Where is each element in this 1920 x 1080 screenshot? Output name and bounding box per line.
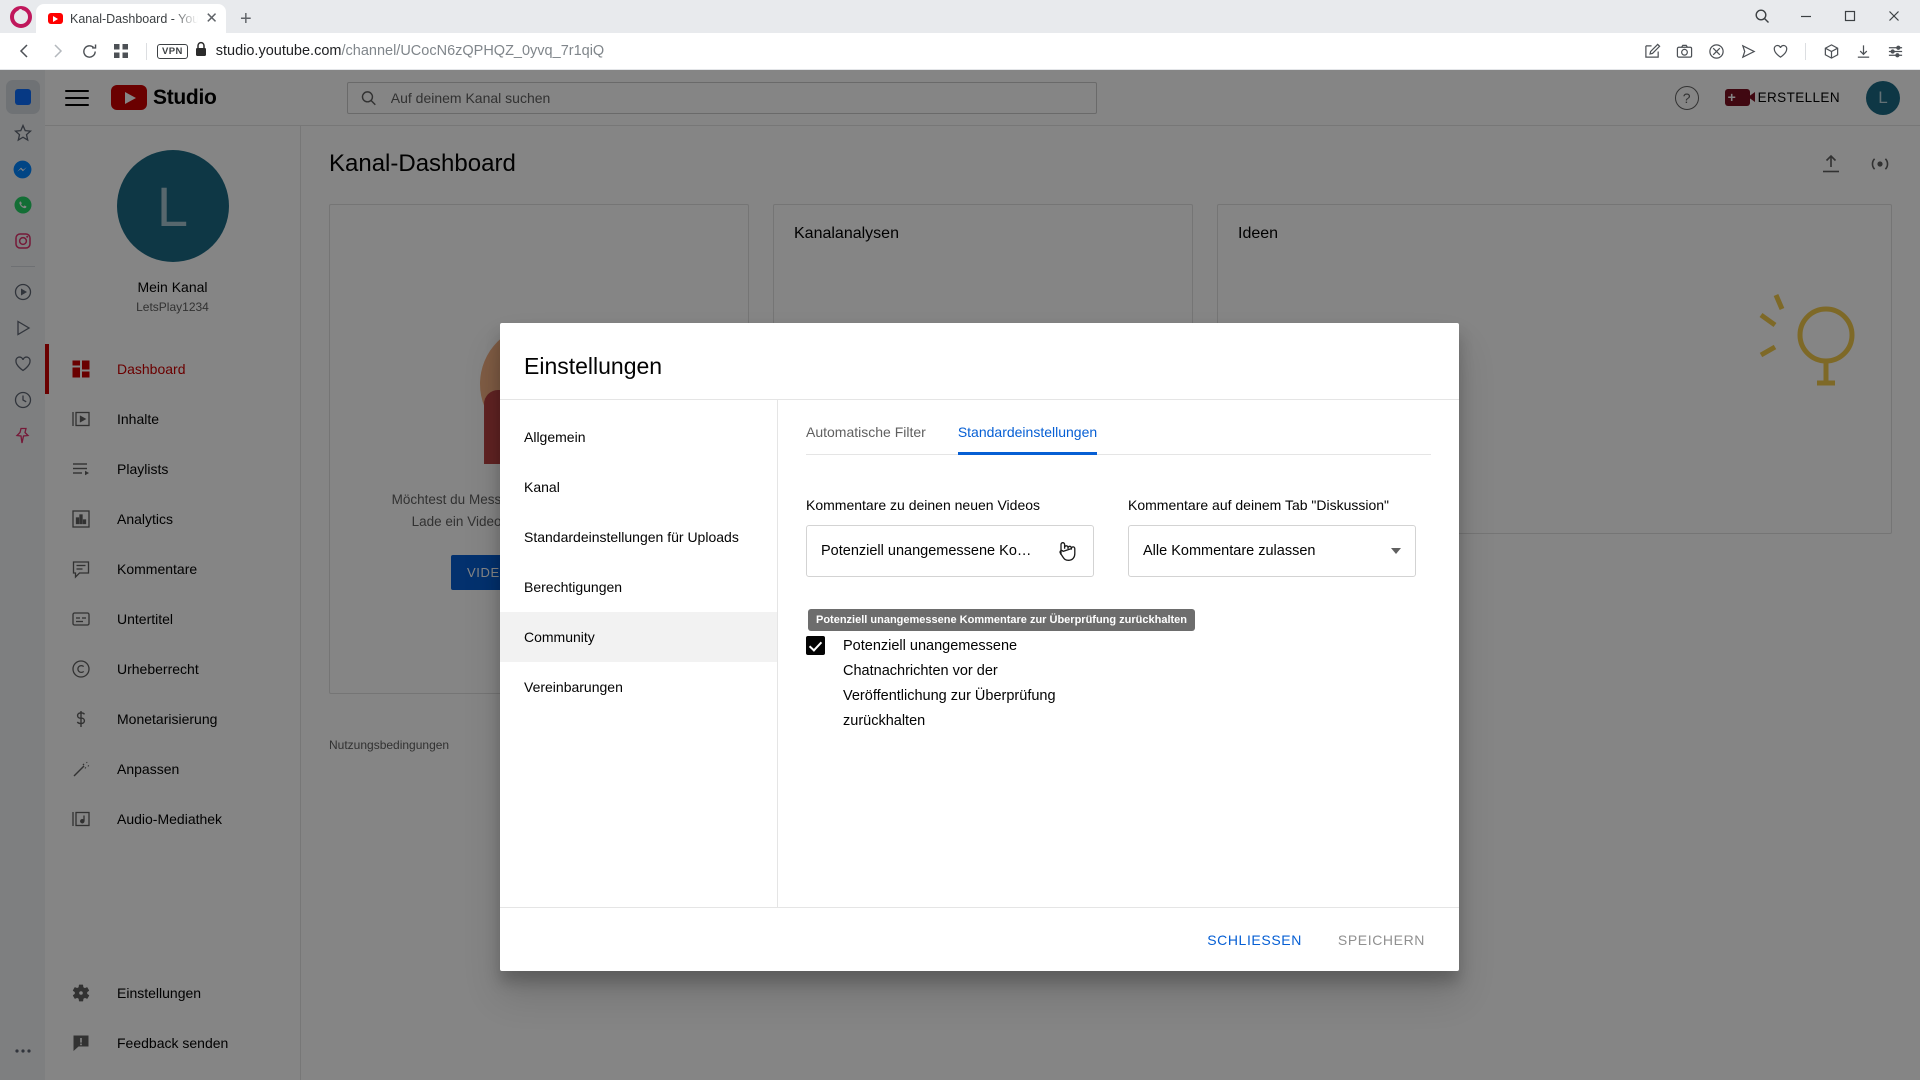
hold-chat-messages-checkbox[interactable]	[806, 636, 825, 655]
opera-logo-icon	[10, 6, 32, 28]
speed-dial-icon[interactable]	[106, 36, 136, 66]
checkbox-label: Potenziell unangemessene Chatnachrichten…	[843, 638, 1056, 729]
browser-window: Kanal-Dashboard - YouTub ✕ +	[0, 0, 1920, 1080]
edit-page-icon[interactable]	[1637, 36, 1667, 66]
reload-icon[interactable]	[74, 36, 104, 66]
dialog-sidebar-item-community[interactable]: Community	[500, 612, 777, 662]
dialog-content: Automatische Filter Standardeinstellunge…	[778, 400, 1459, 907]
url-text[interactable]: studio.youtube.com/channel/UCocN6zQPHQZ_…	[216, 43, 1635, 59]
tab-strip: Kanal-Dashboard - YouTub ✕ +	[0, 0, 1920, 33]
field-label: Kommentare auf deinem Tab "Diskussion"	[1128, 497, 1390, 513]
back-icon[interactable]	[10, 36, 40, 66]
maximize-button[interactable]	[1830, 3, 1870, 29]
screenshot-icon[interactable]	[1669, 36, 1699, 66]
forward-icon[interactable]	[42, 36, 72, 66]
heart-icon[interactable]	[1765, 36, 1795, 66]
dialog-sidebar-item-vereinbarungen[interactable]: Vereinbarungen	[500, 662, 777, 712]
page-viewport: Studio ? ERSTELLEN L	[0, 70, 1920, 1080]
settings-fields: Kommentare zu deinen neuen Videos Potenz…	[806, 497, 1431, 631]
browser-toolbar-icons	[1637, 36, 1910, 66]
dialog-sidebar-item-uploads[interactable]: Standardeinstellungen für Uploads	[500, 512, 777, 562]
new-video-comments-select[interactable]: Potenziell unangemessene Ko…	[806, 525, 1094, 577]
youtube-icon	[48, 13, 63, 24]
close-window-button[interactable]	[1874, 3, 1914, 29]
dialog-footer: SCHLIESSEN SPEICHERN	[500, 907, 1459, 971]
dialog-sidebar-item-allgemein[interactable]: Allgemein	[500, 412, 777, 462]
select-value: Potenziell unangemessene Ko…	[821, 543, 1032, 559]
divider	[1805, 42, 1806, 60]
dialog-sidebar-item-kanal[interactable]: Kanal	[500, 462, 777, 512]
tooltip: Potenziell unangemessene Kommentare zur …	[808, 609, 1196, 631]
chevron-down-icon	[1391, 548, 1401, 554]
tab-standardeinstellungen[interactable]: Standardeinstellungen	[957, 424, 1098, 455]
dialog-title: Einstellungen	[524, 353, 663, 379]
package-icon[interactable]	[1816, 36, 1846, 66]
dialog-body: Allgemein Kanal Standardeinstellungen fü…	[500, 399, 1459, 907]
field-new-video-comments: Kommentare zu deinen neuen Videos Potenz…	[806, 497, 1196, 631]
tab-automatische-filter[interactable]: Automatische Filter	[806, 424, 926, 454]
settings-sliders-icon[interactable]	[1880, 36, 1910, 66]
vpn-badge[interactable]: VPN	[157, 43, 188, 59]
new-tab-button[interactable]: +	[240, 9, 252, 29]
lock-icon[interactable]	[194, 41, 208, 62]
field-discussion-tab-comments: Kommentare auf deinem Tab "Diskussion" A…	[1128, 497, 1416, 577]
tab-title: Kanal-Dashboard - YouTub	[70, 11, 199, 26]
url-host: studio.youtube.com	[215, 43, 342, 59]
minimize-button[interactable]	[1786, 3, 1826, 29]
dialog-sidebar-item-berechtigungen[interactable]: Berechtigungen	[500, 562, 777, 612]
adblock-icon[interactable]	[1701, 36, 1731, 66]
send-icon[interactable]	[1733, 36, 1763, 66]
dialog-tabs: Automatische Filter Standardeinstellunge…	[806, 400, 1431, 455]
address-bar: VPN studio.youtube.com/channel/UCocN6zQP…	[0, 33, 1920, 70]
close-icon[interactable]: ✕	[205, 11, 218, 26]
dialog-sidebar: Allgemein Kanal Standardeinstellungen fü…	[500, 400, 778, 907]
discussion-comments-select[interactable]: Alle Kommentare zulassen	[1128, 525, 1416, 577]
browser-tab[interactable]: Kanal-Dashboard - YouTub ✕	[36, 4, 226, 33]
save-button: SPEICHERN	[1330, 923, 1433, 957]
url-path: /channel/UCocN6zQPHQZ_0yvq_7r1qiQ	[341, 43, 605, 59]
divider	[146, 42, 147, 60]
window-controls	[1742, 3, 1920, 33]
field-label: Kommentare zu deinen neuen Videos	[806, 497, 1041, 513]
download-icon[interactable]	[1848, 36, 1878, 66]
search-icon[interactable]	[1742, 3, 1782, 29]
hold-chat-messages-row: Potenziell unangemessene Chatnachrichten…	[806, 634, 1431, 734]
settings-dialog: Einstellungen Allgemein Kanal Standardei…	[500, 323, 1459, 971]
close-button[interactable]: SCHLIESSEN	[1199, 923, 1310, 957]
select-value: Alle Kommentare zulassen	[1143, 543, 1316, 559]
